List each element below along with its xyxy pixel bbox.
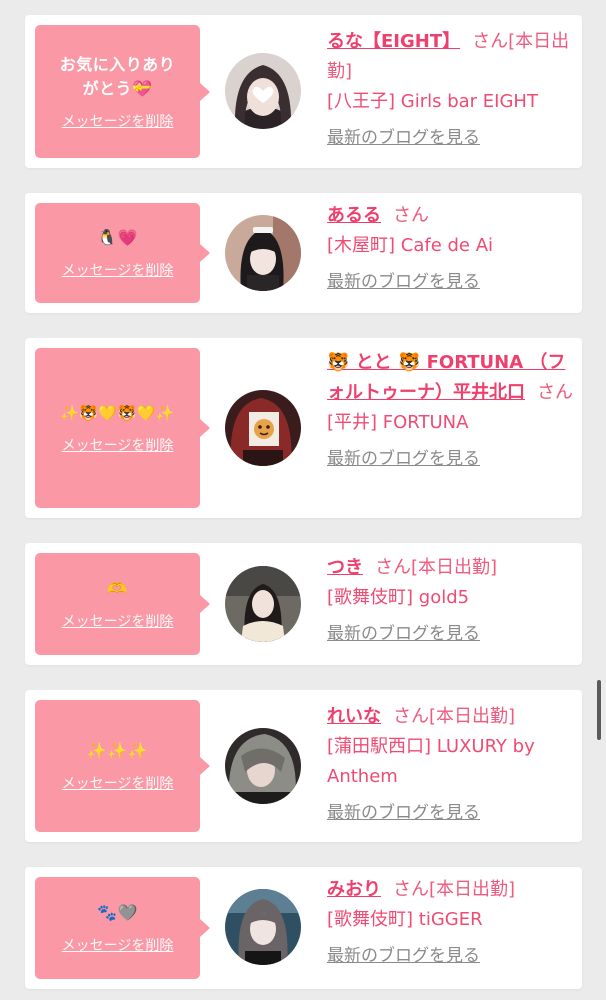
working-today-badge: [本日出勤] [429, 706, 516, 727]
girl-name-link[interactable]: つき [327, 557, 363, 578]
message-bubble: 🐾🩶 メッセージを削除 [35, 877, 210, 979]
honorific: さん [537, 382, 573, 403]
honorific: さん [375, 557, 411, 578]
shop-info: [木屋町] Cafe de Ai [327, 235, 494, 256]
honorific: さん [393, 205, 429, 226]
delete-message-link[interactable]: メッセージを削除 [62, 773, 174, 793]
shop-info: [蒲田駅西口] LUXURY by Anthem [327, 736, 535, 787]
latest-blog-link[interactable]: 最新のブログを見る [327, 798, 480, 828]
shop-info: [歌舞伎町] tiGGER [327, 909, 483, 930]
card-info: あるる さん [木屋町] Cafe de Ai 最新のブログを見る [327, 201, 575, 297]
avatar-photo [225, 53, 301, 129]
message-bubble: ✨🐯💛🐯💛✨ メッセージを削除 [35, 348, 210, 508]
avatar[interactable] [225, 889, 301, 965]
girl-name-link[interactable]: 🐯 とと 🐯 FORTUNA （フォルトゥーナ）平井北口 [327, 352, 565, 403]
message-card: お気に入りありがとう💝 メッセージを削除 るな【EIGHT】 さん[本日出勤] [… [25, 15, 582, 168]
honorific: さん [393, 706, 429, 727]
delete-message-link[interactable]: メッセージを削除 [62, 260, 174, 280]
delete-message-link[interactable]: メッセージを削除 [62, 435, 174, 455]
avatar[interactable] [225, 53, 301, 129]
shop-info: [歌舞伎町] gold5 [327, 587, 470, 608]
honorific: さん [393, 879, 429, 900]
message-card: 🐾🩶 メッセージを削除 みおり さん[本日出勤] [歌舞伎町] tiGGER 最新… [25, 867, 582, 989]
avatar-photo [225, 728, 301, 804]
message-card: ✨✨✨ メッセージを削除 れいな さん[本日出勤] [蒲田駅西口] LUXURY … [25, 690, 582, 842]
delete-message-link[interactable]: メッセージを削除 [62, 111, 174, 131]
latest-blog-link[interactable]: 最新のブログを見る [327, 619, 480, 649]
message-text: 🫶 [107, 579, 128, 598]
avatar-photo [225, 215, 301, 291]
girl-name-link[interactable]: みおり [327, 879, 381, 900]
scrollbar[interactable] [597, 680, 601, 740]
avatar[interactable] [225, 215, 301, 291]
avatar[interactable] [225, 728, 301, 804]
message-bubble: お気に入りありがとう💝 メッセージを削除 [35, 25, 210, 158]
shop-info: [平井] FORTUNA [327, 412, 469, 433]
message-bubble: 🐧💗 メッセージを削除 [35, 203, 210, 303]
card-info: 🐯 とと 🐯 FORTUNA （フォルトゥーナ）平井北口 さん [平井] FORT… [327, 348, 575, 474]
message-bubble: 🫶 メッセージを削除 [35, 553, 210, 655]
avatar-photo [225, 390, 301, 466]
latest-blog-link[interactable]: 最新のブログを見る [327, 444, 480, 474]
avatar[interactable] [225, 390, 301, 466]
card-info: れいな さん[本日出勤] [蒲田駅西口] LUXURY by Anthem 最新の… [327, 702, 575, 828]
message-text: ✨🐯💛🐯💛✨ [59, 404, 176, 422]
card-info: るな【EIGHT】 さん[本日出勤] [八王子] Girls bar EIGHT … [327, 27, 575, 153]
shop-info: [八王子] Girls bar EIGHT [327, 91, 538, 112]
message-text: 🐾🩶 [97, 903, 138, 922]
latest-blog-link[interactable]: 最新のブログを見る [327, 267, 480, 297]
working-today-badge: [本日出勤] [411, 557, 498, 578]
girl-name-link[interactable]: れいな [327, 706, 381, 727]
message-text: 🐧💗 [97, 228, 138, 247]
delete-message-link[interactable]: メッセージを削除 [62, 611, 174, 631]
avatar-photo [225, 566, 301, 642]
avatar-photo [225, 889, 301, 965]
working-today-badge: [本日出勤] [429, 879, 516, 900]
latest-blog-link[interactable]: 最新のブログを見る [327, 941, 480, 971]
message-card: 🐧💗 メッセージを削除 あるる さん [木屋町] Cafe de Ai 最新のブロ… [25, 193, 582, 313]
avatar[interactable] [225, 566, 301, 642]
message-text: ✨✨✨ [86, 741, 149, 760]
message-bubble: ✨✨✨ メッセージを削除 [35, 700, 210, 832]
message-card: 🫶 メッセージを削除 つき さん[本日出勤] [歌舞伎町] gold5 最新のブロ… [25, 543, 582, 665]
card-info: みおり さん[本日出勤] [歌舞伎町] tiGGER 最新のブログを見る [327, 875, 575, 971]
girl-name-link[interactable]: あるる [327, 205, 381, 226]
latest-blog-link[interactable]: 最新のブログを見る [327, 123, 480, 153]
honorific: さん [472, 31, 509, 52]
card-info: つき さん[本日出勤] [歌舞伎町] gold5 最新のブログを見る [327, 553, 575, 649]
message-text: お気に入りありがとう💝 [59, 54, 176, 98]
delete-message-link[interactable]: メッセージを削除 [62, 935, 174, 955]
girl-name-link[interactable]: るな【EIGHT】 [327, 31, 460, 52]
message-card: ✨🐯💛🐯💛✨ メッセージを削除 🐯 とと 🐯 FORTUNA （フォルトゥーナ）… [25, 338, 582, 518]
